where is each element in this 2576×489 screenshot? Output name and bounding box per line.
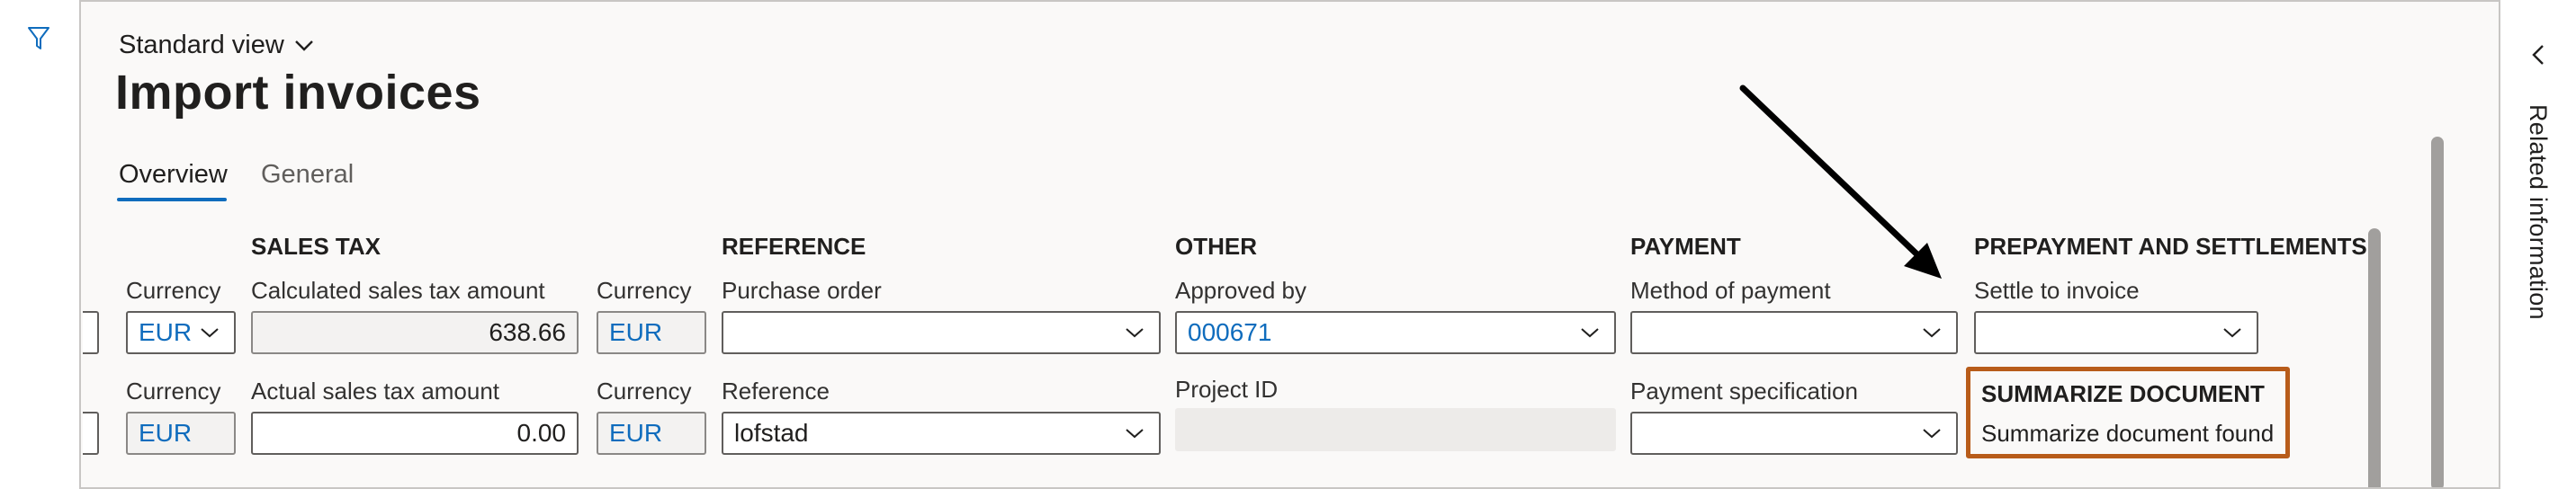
project-id-label: Project ID [1175, 376, 1279, 403]
method-of-payment-label: Method of payment [1630, 277, 1831, 304]
currency-value: EUR [139, 318, 193, 346]
currency-label: Currency [126, 378, 221, 405]
currency-field-readonly: EUR [597, 311, 706, 354]
truncated-field[interactable] [83, 311, 99, 354]
reference-select[interactable]: lofstad [722, 412, 1161, 455]
project-id-field [1175, 408, 1616, 451]
approved-by-label: Approved by [1175, 277, 1306, 304]
related-information-label: Related information [2525, 104, 2552, 320]
chevron-down-icon [1576, 322, 1603, 343]
summarize-document-title: SUMMARIZE DOCUMENT [1981, 380, 2265, 407]
calc-sales-tax-field: 638.66 [251, 311, 579, 354]
page-title: Import invoices [115, 66, 481, 120]
method-of-payment-select[interactable] [1630, 311, 1958, 354]
settle-to-invoice-select[interactable] [1974, 311, 2258, 354]
section-payment: PAYMENT [1630, 233, 1741, 260]
actual-sales-tax-label: Actual sales tax amount [251, 378, 500, 405]
main-content: Standard view Import invoices Overview G… [83, 2, 2499, 487]
section-scrollbar[interactable] [2368, 228, 2381, 487]
currency-label: Currency [126, 277, 221, 304]
left-rail [0, 0, 81, 489]
payment-specification-select[interactable] [1630, 412, 1958, 455]
related-information-pane[interactable]: Related information [2499, 0, 2576, 489]
filter-icon[interactable] [23, 23, 54, 54]
approved-by-value: 000671 [1188, 318, 1272, 346]
active-tab-indicator [117, 198, 227, 201]
currency-value: EUR [609, 419, 663, 447]
calc-sales-tax-label: Calculated sales tax amount [251, 277, 545, 304]
tab-general[interactable]: General [261, 160, 354, 190]
chevron-down-icon [196, 322, 223, 343]
actual-sales-tax-value: 0.00 [516, 419, 567, 447]
section-sales-tax: SALES TAX [251, 233, 381, 260]
chevron-down-icon [1918, 322, 1945, 343]
currency-field-readonly: EUR [126, 412, 236, 455]
view-selector-label: Standard view [119, 31, 284, 59]
actual-sales-tax-input[interactable]: 0.00 [251, 412, 579, 455]
currency-field-readonly: EUR [597, 412, 706, 455]
summarize-document-status: Summarize document found [1981, 420, 2275, 447]
reference-value: lofstad [734, 419, 809, 447]
settle-to-invoice-label: Settle to invoice [1974, 277, 2140, 304]
chevron-down-icon [1121, 422, 1148, 444]
payment-specification-label: Payment specification [1630, 378, 1858, 405]
currency-select[interactable]: EUR [126, 311, 236, 354]
reference-label: Reference [722, 378, 830, 405]
truncated-field[interactable] [83, 412, 99, 455]
calc-sales-tax-value: 638.66 [489, 318, 566, 346]
approved-by-select[interactable]: 000671 [1175, 311, 1616, 354]
chevron-left-icon[interactable] [2526, 41, 2553, 68]
chevron-down-icon [1121, 322, 1148, 343]
summarize-document-highlight: SUMMARIZE DOCUMENT Summarize document fo… [1966, 367, 2290, 458]
view-selector[interactable]: Standard view [119, 31, 315, 60]
tab-overview[interactable]: Overview [119, 160, 228, 190]
purchase-order-label: Purchase order [722, 277, 882, 304]
page-scrollbar[interactable] [2431, 137, 2444, 487]
chevron-down-icon [2219, 322, 2246, 343]
currency-value: EUR [139, 419, 193, 447]
currency-value: EUR [609, 318, 663, 346]
section-other: OTHER [1175, 233, 1257, 260]
chevron-down-icon [294, 40, 313, 51]
section-prepayment-settlements: PREPAYMENT AND SETTLEMENTS [1974, 233, 2367, 260]
currency-label: Currency [597, 277, 692, 304]
chevron-down-icon [1918, 422, 1945, 444]
section-reference: REFERENCE [722, 233, 866, 260]
purchase-order-select[interactable] [722, 311, 1161, 354]
currency-label: Currency [597, 378, 692, 405]
